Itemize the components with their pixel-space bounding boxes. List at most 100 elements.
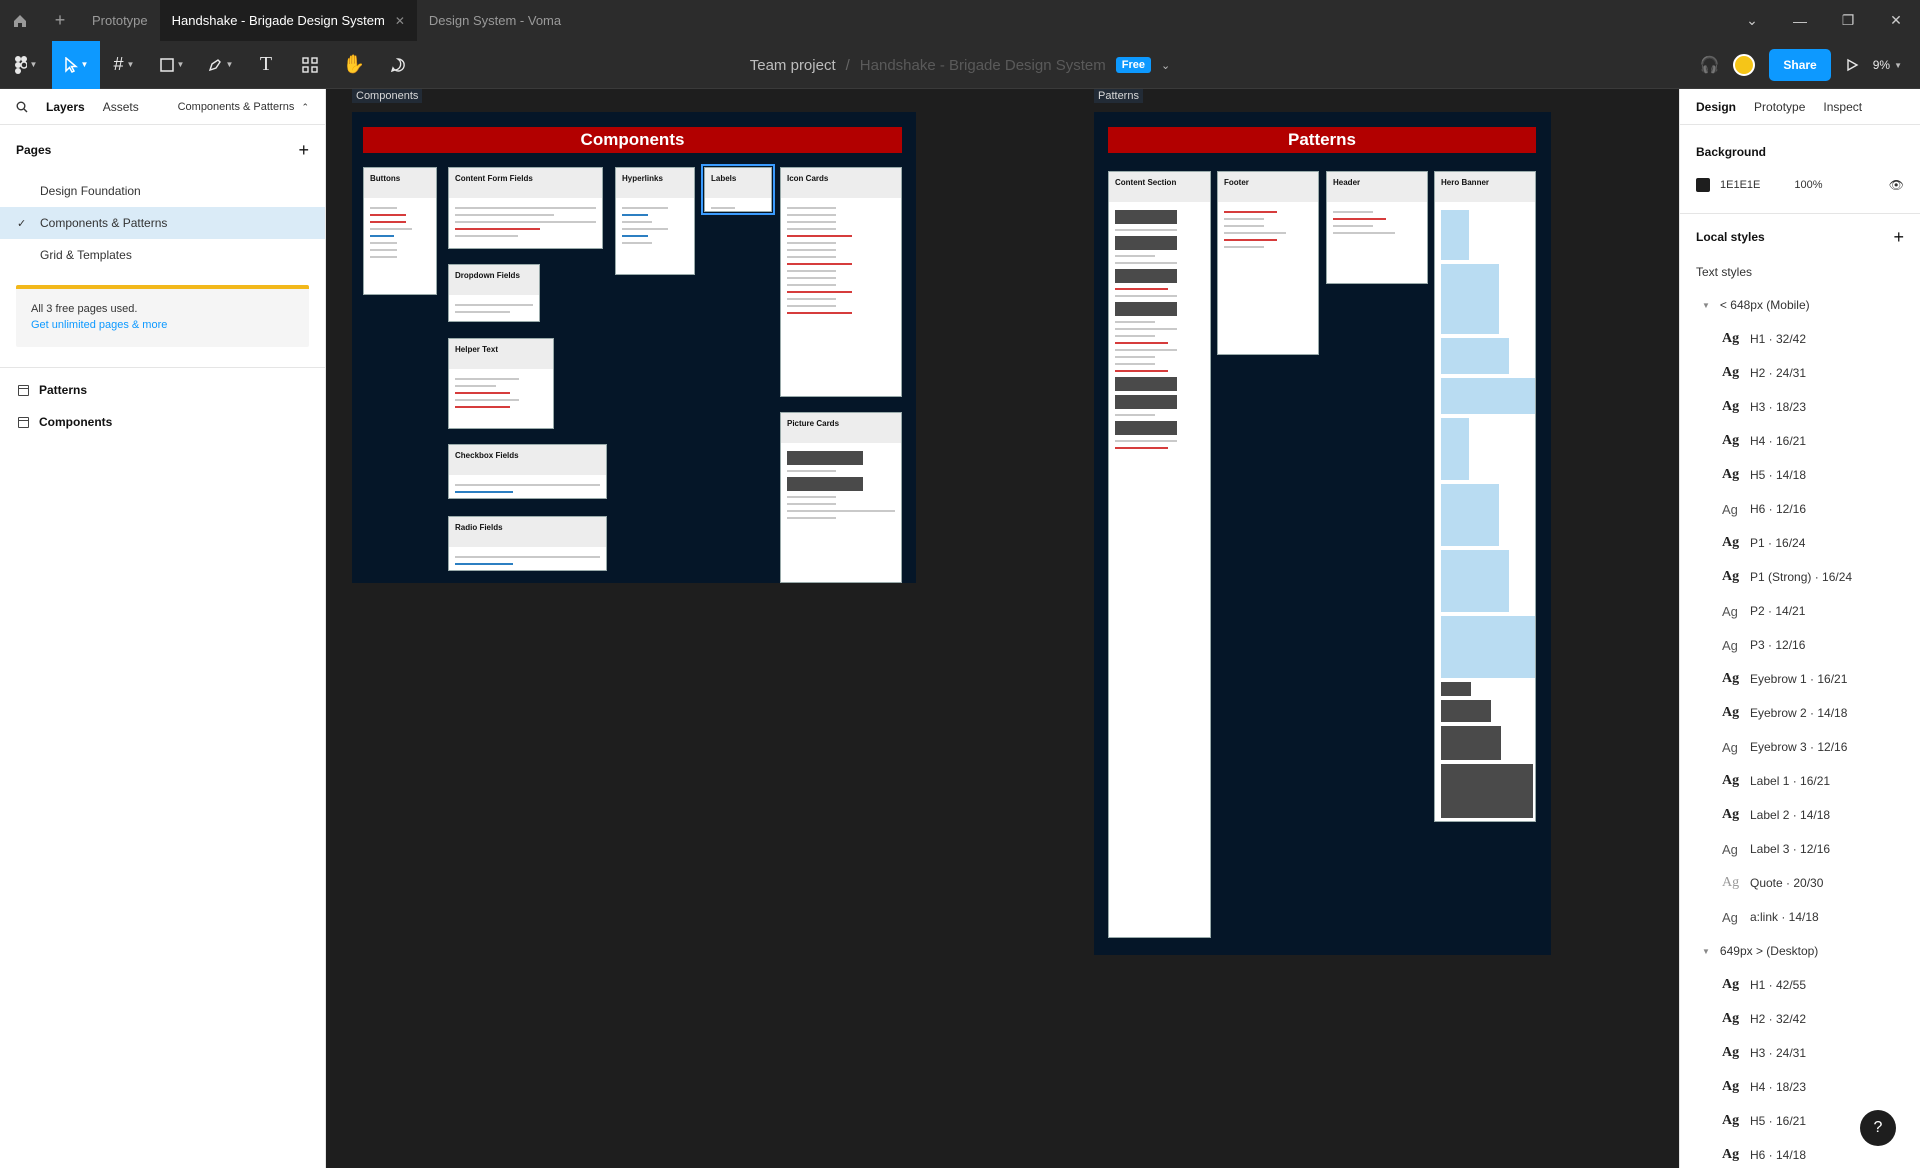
tab-design-system-voma[interactable]: Design System - Voma xyxy=(417,0,573,41)
component-card-dropdown-fields[interactable]: Dropdown Fields xyxy=(448,264,540,322)
text-style-item[interactable]: Ag Label 3 · 12/16 xyxy=(1680,832,1920,866)
upgrade-link[interactable]: Get unlimited pages & more xyxy=(31,319,167,331)
text-style-item[interactable]: Ag Label 2 · 14/18 xyxy=(1680,798,1920,832)
text-style-item[interactable]: Ag H3 · 24/31 xyxy=(1680,1036,1920,1070)
add-page-plus-icon[interactable]: + xyxy=(298,140,309,161)
share-button[interactable]: Share xyxy=(1769,49,1831,81)
pattern-card-content-section[interactable]: Content Section xyxy=(1108,171,1211,938)
frame-label-patterns[interactable]: Patterns xyxy=(1094,89,1143,103)
text-style-item[interactable]: Ag P3 · 12/16 xyxy=(1680,628,1920,662)
text-style-item[interactable]: Ag Quote · 20/30 xyxy=(1680,866,1920,900)
text-style-item[interactable]: Ag Label 1 · 16/21 xyxy=(1680,764,1920,798)
canvas[interactable]: Components Components Buttons Content Fo… xyxy=(326,89,1679,1168)
background-hex[interactable]: 1E1E1E xyxy=(1720,179,1760,191)
frame-icon xyxy=(18,416,29,428)
background-swatch[interactable] xyxy=(1696,178,1710,192)
current-page-selector[interactable]: Components & Patterns ⌃ xyxy=(178,101,309,113)
avatar[interactable] xyxy=(1733,54,1756,76)
hand-tool-button[interactable]: ✋ xyxy=(332,41,376,89)
text-style-item[interactable]: Ag P1 (Strong) · 16/24 xyxy=(1680,560,1920,594)
new-tab-plus-icon[interactable]: + xyxy=(40,0,80,41)
tab-prototype[interactable]: Prototype xyxy=(1754,100,1805,114)
current-page-label: Components & Patterns xyxy=(177,100,295,113)
headphones-icon[interactable]: 🎧 xyxy=(1699,55,1719,75)
text-style-item[interactable]: Ag H1 · 42/55 xyxy=(1680,968,1920,1002)
text-style-item[interactable]: Ag Eyebrow 2 · 14/18 xyxy=(1680,696,1920,730)
eye-icon[interactable]: 👁 xyxy=(1889,178,1904,192)
component-card-radio-fields[interactable]: Radio Fields xyxy=(448,516,607,571)
shape-tool-button[interactable]: ▼ xyxy=(148,41,196,89)
help-button[interactable]: ? xyxy=(1860,1110,1896,1146)
background-opacity[interactable]: 100% xyxy=(1794,179,1822,191)
pattern-card-header[interactable]: Header xyxy=(1326,171,1428,284)
comment-tool-button[interactable] xyxy=(376,41,420,89)
text-tool-button[interactable]: T xyxy=(244,41,288,89)
left-panel-tabs: Layers Assets Components & Patterns ⌃ xyxy=(0,89,325,125)
resources-tool-button[interactable] xyxy=(288,41,332,89)
component-card-labels[interactable]: Labels xyxy=(701,164,775,215)
chevron-down-icon[interactable]: ⌄ xyxy=(1161,59,1170,72)
tab-design[interactable]: Design xyxy=(1696,100,1736,114)
text-style-item[interactable]: Ag H6 · 12/16 xyxy=(1680,492,1920,526)
frame-hash-icon: # xyxy=(113,54,124,74)
style-group-mobile[interactable]: ▼ < 648px (Mobile) xyxy=(1680,288,1920,322)
tab-handshake-brigade[interactable]: Handshake - Brigade Design System ✕ xyxy=(159,0,417,41)
home-icon[interactable] xyxy=(0,0,40,41)
component-card-picture-cards[interactable]: Picture Cards xyxy=(780,412,902,583)
text-style-item[interactable]: Ag H5 · 14/18 xyxy=(1680,458,1920,492)
text-style-item[interactable]: Ag Eyebrow 3 · 12/16 xyxy=(1680,730,1920,764)
frame-label-components[interactable]: Components xyxy=(352,89,423,103)
pattern-card-hero-banner[interactable]: Hero Banner xyxy=(1434,171,1536,822)
text-style-item[interactable]: Ag H4 · 18/23 xyxy=(1680,1070,1920,1104)
text-style-item[interactable]: Ag P2 · 14/21 xyxy=(1680,594,1920,628)
patterns-board[interactable]: Patterns Content Section Footer Header H… xyxy=(1094,112,1551,955)
component-card-helper-text[interactable]: Helper Text xyxy=(448,338,554,429)
pen-tool-button[interactable]: ▼ xyxy=(196,41,244,89)
layer-label: Patterns xyxy=(39,383,88,397)
close-window-icon[interactable]: ✕ xyxy=(1872,0,1920,41)
search-icon[interactable] xyxy=(16,101,28,113)
cursor-icon xyxy=(64,56,78,73)
present-play-icon[interactable] xyxy=(1845,58,1859,72)
component-card-buttons[interactable]: Buttons xyxy=(363,167,437,295)
text-style-item[interactable]: Ag H3 · 18/23 xyxy=(1680,390,1920,424)
chevron-down-icon[interactable]: ⌄ xyxy=(1728,0,1776,41)
frame-tool-button[interactable]: # ▼ xyxy=(100,41,148,89)
main-menu-button[interactable]: ▼ xyxy=(0,41,52,89)
text-style-label: P1 (Strong) · 16/24 xyxy=(1750,570,1853,584)
tab-prototype[interactable]: Prototype xyxy=(80,0,160,41)
text-style-item[interactable]: Ag H1 · 32/42 xyxy=(1680,322,1920,356)
component-card-hyperlinks[interactable]: Hyperlinks xyxy=(615,167,695,275)
close-icon[interactable]: ✕ xyxy=(395,14,405,28)
text-style-item[interactable]: Ag a:link · 14/18 xyxy=(1680,900,1920,934)
restore-icon[interactable]: ❐ xyxy=(1824,0,1872,41)
layer-item-patterns[interactable]: Patterns xyxy=(0,374,325,406)
component-card-content-form-fields[interactable]: Content Form Fields xyxy=(448,167,603,249)
tab-inspect[interactable]: Inspect xyxy=(1823,100,1862,114)
move-tool-button[interactable]: ▼ xyxy=(52,40,100,89)
page-item-design-foundation[interactable]: Design Foundation xyxy=(0,175,325,207)
tab-layers[interactable]: Layers xyxy=(46,100,85,114)
add-style-plus-icon[interactable]: + xyxy=(1893,227,1904,248)
text-style-label: H6 · 12/16 xyxy=(1750,502,1807,516)
page-item-components-patterns[interactable]: ✓ Components & Patterns xyxy=(0,207,325,239)
page-item-grid-templates[interactable]: Grid & Templates xyxy=(0,239,325,271)
text-style-item[interactable]: Ag H4 · 16/21 xyxy=(1680,424,1920,458)
minimize-icon[interactable]: — xyxy=(1776,0,1824,41)
pattern-card-footer[interactable]: Footer xyxy=(1217,171,1319,355)
component-card-icon-cards[interactable]: Icon Cards xyxy=(780,167,902,397)
component-card-checkbox-fields[interactable]: Checkbox Fields xyxy=(448,444,607,499)
layer-item-components[interactable]: Components xyxy=(0,406,325,438)
text-style-item[interactable]: Ag P1 · 16/24 xyxy=(1680,526,1920,560)
text-style-item[interactable]: Ag H2 · 32/42 xyxy=(1680,1002,1920,1036)
text-style-item[interactable]: Ag Eyebrow 1 · 16/21 xyxy=(1680,662,1920,696)
style-group-desktop[interactable]: ▼ 649px > (Desktop) xyxy=(1680,934,1920,968)
zoom-level[interactable]: 9% ▼ xyxy=(1873,58,1902,72)
text-style-item[interactable]: Ag H2 · 24/31 xyxy=(1680,356,1920,390)
file-name[interactable]: Handshake - Brigade Design System xyxy=(860,57,1106,74)
text-style-glyph-icon: Ag xyxy=(1722,603,1738,619)
project-name[interactable]: Team project xyxy=(750,57,836,74)
components-board[interactable]: Components Buttons Content Form Fields H… xyxy=(352,112,916,583)
tab-assets[interactable]: Assets xyxy=(103,100,139,114)
plan-badge[interactable]: Free xyxy=(1115,57,1152,73)
